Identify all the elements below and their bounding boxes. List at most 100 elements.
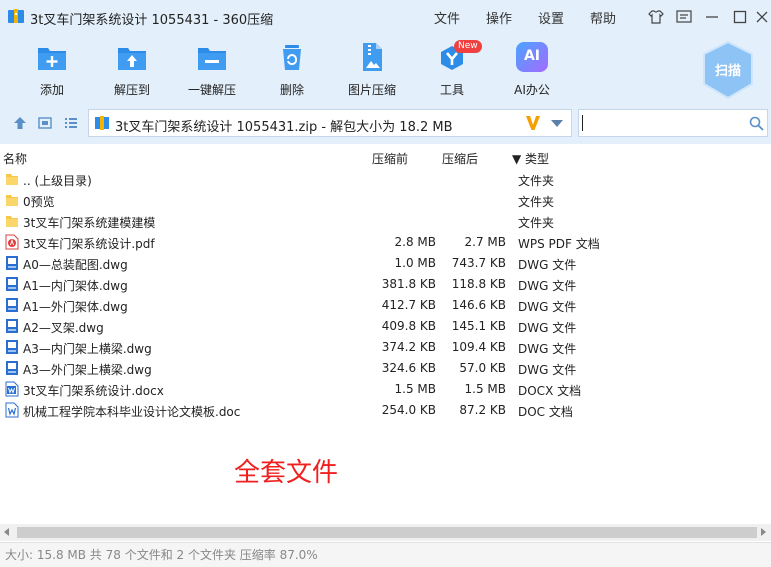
tools-button[interactable]: New 工具: [414, 40, 490, 98]
column-header-name[interactable]: 名称: [3, 150, 27, 167]
app-logo-icon: [8, 9, 24, 23]
zip-archive-icon: [95, 116, 109, 130]
file-row[interactable]: 0预览 文件夹: [0, 190, 771, 211]
file-type: DWG 文件: [518, 363, 577, 377]
ai-office-icon: AI: [516, 42, 548, 72]
doc-icon: [5, 402, 19, 418]
scroll-left-arrow-icon[interactable]: [4, 528, 9, 536]
file-name: A1—内门架体.dwg: [23, 279, 128, 293]
status-text: 大小: 15.8 MB 共 78 个文件和 2 个文件夹 压缩率 87.0%: [5, 548, 318, 562]
file-type: DWG 文件: [518, 258, 577, 272]
text-caret: [582, 115, 583, 131]
menu-file[interactable]: 文件: [434, 8, 460, 27]
file-size: 381.8 KB: [381, 277, 436, 291]
image-compress-button[interactable]: 图片压缩: [334, 40, 410, 98]
file-size: 324.6 KB: [381, 361, 436, 375]
file-row[interactable]: 3t叉车门架系统设计.docx 1.5 MB 1.5 MB DOCX 文档: [0, 379, 771, 400]
dwg-icon: [5, 297, 19, 313]
add-folder-icon: [38, 48, 66, 70]
file-packed-size: 1.5 MB: [464, 382, 506, 396]
file-row[interactable]: 3t叉车门架系统建模建模 文件夹: [0, 211, 771, 232]
vip-v-icon[interactable]: [525, 114, 541, 132]
file-row[interactable]: 3t叉车门架系统设计.pdf 2.8 MB 2.7 MB WPS PDF 文档: [0, 232, 771, 253]
file-name: A0—总装配图.dwg: [23, 258, 128, 272]
file-type: DWG 文件: [518, 321, 577, 335]
file-packed-size: 146.6 KB: [451, 298, 506, 312]
one-click-extract-button[interactable]: 一键解压: [174, 40, 250, 98]
search-icon[interactable]: [749, 116, 764, 131]
column-header-size[interactable]: 压缩前: [372, 150, 408, 167]
file-row[interactable]: A3—外门架上横梁.dwg 324.6 KB 57.0 KB DWG 文件: [0, 358, 771, 379]
delete-button[interactable]: 删除: [254, 40, 330, 98]
scroll-right-arrow-icon[interactable]: [761, 528, 766, 536]
close-icon[interactable]: [753, 8, 771, 26]
docx-icon: [5, 381, 19, 397]
file-row[interactable]: A2—叉架.dwg 409.8 KB 145.1 KB DWG 文件: [0, 316, 771, 337]
file-packed-size: 118.8 KB: [451, 277, 506, 291]
scan-label: 扫描: [714, 64, 741, 79]
file-row[interactable]: A0—总装配图.dwg 1.0 MB 743.7 KB DWG 文件: [0, 253, 771, 274]
scrollbar-thumb[interactable]: [17, 527, 757, 538]
file-type: 文件夹: [518, 216, 555, 230]
file-packed-size: 57.0 KB: [459, 361, 506, 375]
minimize-icon[interactable]: [703, 8, 721, 26]
chevron-down-icon[interactable]: [551, 120, 563, 128]
column-header-type[interactable]: ▼ 类型: [512, 150, 549, 167]
file-row[interactable]: .. (上级目录) 文件夹: [0, 169, 771, 190]
file-packed-size: 87.2 KB: [459, 403, 506, 417]
skin-icon[interactable]: [647, 8, 665, 26]
extract-to-button[interactable]: 解压到: [94, 40, 170, 98]
file-size: 412.7 KB: [381, 298, 436, 312]
list-view-icon[interactable]: [64, 116, 78, 130]
up-arrow-icon[interactable]: [13, 116, 27, 130]
dwg-icon: [5, 339, 19, 355]
pdf-icon: [5, 234, 19, 250]
dwg-icon: [5, 255, 19, 271]
thumbnail-view-icon[interactable]: [38, 116, 52, 130]
file-list: 名称 压缩前 压缩后 ▼ 类型 .. (上级目录) 文件夹 0预览 文件夹 3t叉车门架…: [0, 144, 771, 542]
file-name: A1—外门架体.dwg: [23, 300, 128, 314]
file-row[interactable]: A1—内门架体.dwg 381.8 KB 118.8 KB DWG 文件: [0, 274, 771, 295]
title-bar: 3t叉车门架系统设计 1055431 - 360压缩 文件 操作 设置 帮助: [0, 0, 771, 34]
ai-office-button[interactable]: AI AI办公: [494, 40, 570, 98]
image-compress-icon: [363, 43, 382, 71]
one-click-extract-icon: [198, 48, 226, 70]
maximize-icon[interactable]: [731, 8, 749, 26]
file-type: WPS PDF 文档: [518, 237, 600, 251]
file-type: DWG 文件: [518, 300, 577, 314]
scan-button[interactable]: 扫描: [700, 40, 756, 100]
image-compress-label: 图片压缩: [347, 83, 396, 97]
file-type: 文件夹: [518, 195, 555, 209]
horizontal-scrollbar[interactable]: [0, 524, 771, 541]
search-input[interactable]: [578, 109, 768, 137]
file-packed-size: 743.7 KB: [451, 256, 506, 270]
delete-label: 删除: [279, 83, 304, 97]
file-row[interactable]: A1—外门架体.dwg 412.7 KB 146.6 KB DWG 文件: [0, 295, 771, 316]
path-text: 3t叉车门架系统设计 1055431.zip - 解包大小为 18.2 MB: [115, 120, 453, 135]
menu-operate[interactable]: 操作: [486, 8, 512, 27]
file-size: 409.8 KB: [381, 319, 436, 333]
file-type: DOCX 文档: [518, 384, 582, 398]
extract-to-label: 解压到: [113, 83, 150, 97]
folder-icon: [5, 192, 19, 208]
status-bar: 大小: 15.8 MB 共 78 个文件和 2 个文件夹 压缩率 87.0%: [0, 542, 771, 567]
feedback-icon[interactable]: [675, 8, 693, 26]
add-label: 添加: [39, 83, 64, 97]
toolbar: 添加 解压到 一键解压 删除 图片压缩 New 工具 AI AI办公 扫描: [0, 34, 771, 102]
file-row[interactable]: A3—内门架上横梁.dwg 374.2 KB 109.4 KB DWG 文件: [0, 337, 771, 358]
file-row[interactable]: 机械工程学院本科毕业设计论文模板.doc 254.0 KB 87.2 KB DOC 文…: [0, 400, 771, 421]
file-name: 3t叉车门架系统设计.docx: [23, 384, 164, 398]
overlay-caption: 全套文件: [234, 458, 339, 488]
file-packed-size: 2.7 MB: [464, 235, 506, 249]
file-packed-size: 109.4 KB: [451, 340, 506, 354]
file-type: DWG 文件: [518, 279, 577, 293]
column-header-packed[interactable]: 压缩后: [442, 150, 478, 167]
file-name: 机械工程学院本科毕业设计论文模板.doc: [23, 405, 241, 419]
add-button[interactable]: 添加: [14, 40, 90, 98]
menu-settings[interactable]: 设置: [538, 8, 564, 27]
menu-help[interactable]: 帮助: [590, 8, 616, 27]
window-title: 3t叉车门架系统设计 1055431 - 360压缩: [30, 13, 274, 28]
dwg-icon: [5, 318, 19, 334]
file-size: 1.5 MB: [394, 382, 436, 396]
path-field[interactable]: 3t叉车门架系统设计 1055431.zip - 解包大小为 18.2 MB: [88, 109, 572, 137]
